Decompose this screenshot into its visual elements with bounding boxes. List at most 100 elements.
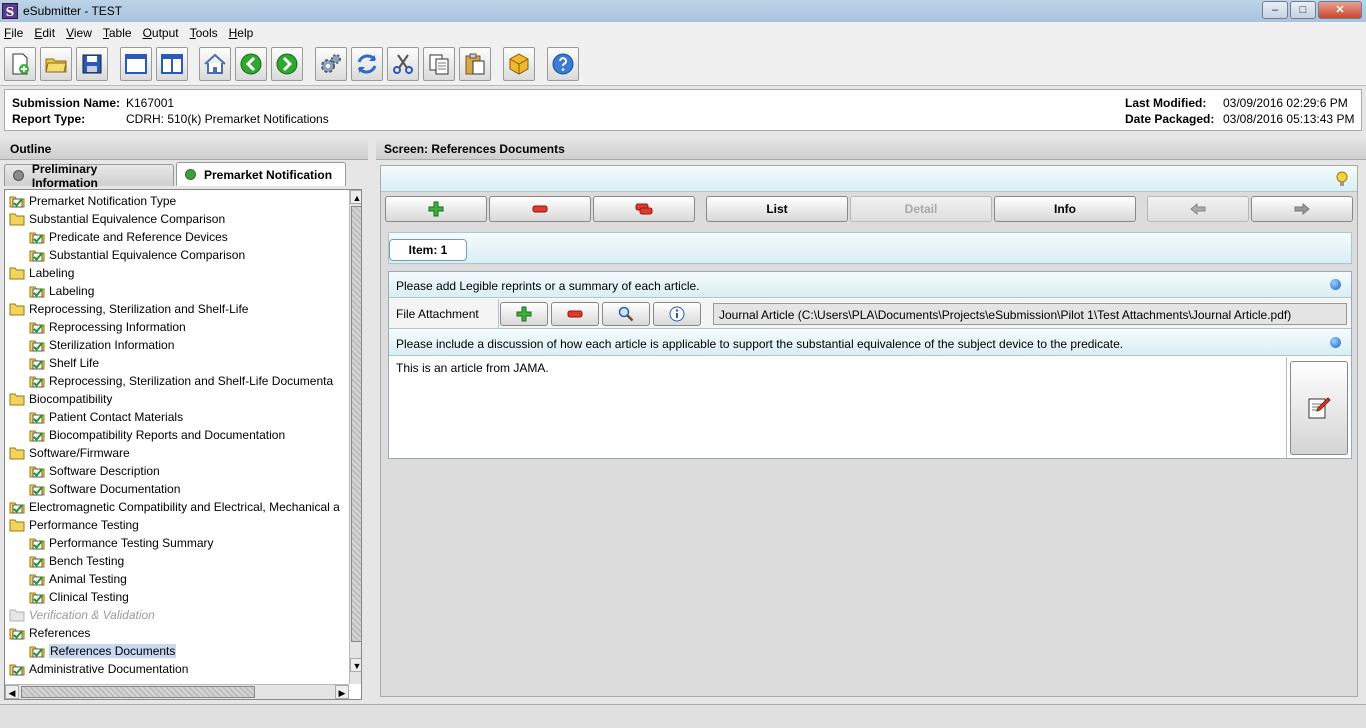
tree-item-label: Software Description xyxy=(49,464,160,478)
tree-item[interactable]: Reprocessing, Sterilization and Shelf-Li… xyxy=(9,300,248,318)
attach-remove-button[interactable] xyxy=(551,302,599,326)
tree-item[interactable]: References Documents xyxy=(29,642,177,660)
menu-output[interactable]: Output xyxy=(143,26,179,40)
tree-item[interactable]: Software/Firmware xyxy=(9,444,130,462)
save-button[interactable] xyxy=(76,47,108,81)
menu-help[interactable]: Help xyxy=(229,26,254,40)
maximize-button[interactable]: □ xyxy=(1290,1,1316,19)
info-icon xyxy=(669,306,685,322)
outline-horizontal-scrollbar[interactable]: ◀ ▶ xyxy=(5,684,349,699)
tree-item[interactable]: Performance Testing xyxy=(9,516,139,534)
tree-item[interactable]: Software Description xyxy=(29,462,160,480)
single-pane-button[interactable] xyxy=(120,47,152,81)
tree-item[interactable]: Premarket Notification Type xyxy=(9,192,176,210)
tree-item[interactable]: References xyxy=(9,624,90,642)
tree-item[interactable]: Administrative Documentation xyxy=(9,660,188,678)
attach-info-button[interactable] xyxy=(653,302,701,326)
paste-button[interactable] xyxy=(459,47,491,81)
vertical-scroll-thumb[interactable] xyxy=(351,206,361,642)
tree-item-label: Premarket Notification Type xyxy=(29,194,177,208)
tab-item-1[interactable]: Item: 1 xyxy=(389,239,467,261)
horizontal-scroll-thumb[interactable] xyxy=(21,686,255,698)
scroll-right-icon[interactable]: ▶ xyxy=(335,685,349,699)
scroll-left-icon[interactable]: ◀ xyxy=(5,685,19,699)
plus-icon xyxy=(428,201,444,217)
menu-view[interactable]: View xyxy=(66,26,92,40)
new-document-button[interactable] xyxy=(4,47,36,81)
tab-preliminary-information[interactable]: Preliminary Information xyxy=(4,162,174,190)
window-title: eSubmitter - TEST xyxy=(23,4,123,18)
info-button[interactable]: Info xyxy=(994,196,1136,222)
refresh-button[interactable] xyxy=(351,47,383,81)
tree-item[interactable]: Sterilization Information xyxy=(29,336,174,354)
tree-item[interactable]: Substantial Equivalence Comparison xyxy=(29,246,245,264)
back-arrow-icon xyxy=(240,53,262,75)
tree-item[interactable]: Labeling xyxy=(29,282,94,300)
tree-item[interactable]: Patient Contact Materials xyxy=(29,408,183,426)
forward-arrow-icon xyxy=(276,53,298,75)
tree-item-label: Biocompatibility xyxy=(29,392,113,406)
package-button[interactable] xyxy=(503,47,535,81)
detail-button[interactable]: Detail xyxy=(850,196,992,222)
tree-item[interactable]: Clinical Testing xyxy=(29,588,129,606)
scroll-up-icon[interactable]: ▲ xyxy=(350,190,361,204)
remove-all-button[interactable] xyxy=(593,196,695,222)
info-dot-icon[interactable] xyxy=(1330,337,1341,348)
close-button[interactable]: ✕ xyxy=(1318,1,1362,19)
file-attachment-path[interactable]: Journal Article (C:\Users\PLA\Documents\… xyxy=(713,303,1347,325)
tree-item[interactable]: Biocompatibility Reports and Documentati… xyxy=(29,426,285,444)
info-dot-icon[interactable] xyxy=(1330,279,1341,290)
screen-header: Screen: References Documents xyxy=(376,138,1366,160)
cut-button[interactable] xyxy=(387,47,419,81)
tree-item[interactable]: Verification & Validation xyxy=(9,606,155,624)
help-button[interactable] xyxy=(547,47,579,81)
report-type-label: Report Type: xyxy=(12,112,86,126)
tree-item-label: Reprocessing, Sterilization and Shelf-Li… xyxy=(29,302,249,316)
tree-item[interactable]: Electromagnetic Compatibility and Electr… xyxy=(9,498,340,516)
lightbulb-icon[interactable] xyxy=(1335,171,1349,187)
menu-edit[interactable]: Edit xyxy=(34,26,55,40)
menu-table[interactable]: Table xyxy=(103,26,132,40)
article-discussion-textarea[interactable]: This is an article from JAMA. xyxy=(389,357,1287,458)
prompt-article-discussion: Please include a discussion of how each … xyxy=(389,330,1351,356)
tab-premarket-notification[interactable]: Premarket Notification xyxy=(176,162,346,186)
tree-item[interactable]: Reprocessing Information xyxy=(29,318,186,336)
tree-item[interactable]: Shelf Life xyxy=(29,354,99,372)
attach-add-button[interactable] xyxy=(500,302,548,326)
previous-item-button[interactable] xyxy=(1147,196,1249,222)
copy-icon xyxy=(429,54,449,75)
save-disk-icon xyxy=(82,54,102,74)
tree-item[interactable]: Bench Testing xyxy=(29,552,124,570)
tree-item[interactable]: Biocompatibility xyxy=(9,390,112,408)
copy-button[interactable] xyxy=(423,47,455,81)
list-button[interactable]: List xyxy=(706,196,848,222)
next-item-button[interactable] xyxy=(1251,196,1353,222)
home-button[interactable] xyxy=(199,47,231,81)
tree-item[interactable]: Substantial Equivalence Comparison xyxy=(9,210,225,228)
add-item-button[interactable] xyxy=(385,196,487,222)
settings-button[interactable] xyxy=(315,47,347,81)
tree-item[interactable]: Labeling xyxy=(9,264,74,282)
menu-file[interactable]: File xyxy=(4,26,23,40)
tree-item[interactable]: Animal Testing xyxy=(29,570,127,588)
tree-item[interactable]: Performance Testing Summary xyxy=(29,534,214,552)
tree-item[interactable]: Software Documentation xyxy=(29,480,180,498)
tree-item[interactable]: Reprocessing, Sterilization and Shelf-Li… xyxy=(29,372,333,390)
minimize-button[interactable]: – xyxy=(1262,1,1288,19)
forward-button[interactable] xyxy=(271,47,303,81)
outline-vertical-scrollbar[interactable]: ▲ ▼ xyxy=(349,190,361,684)
tree-item[interactable]: Predicate and Reference Devices xyxy=(29,228,228,246)
open-folder-button[interactable] xyxy=(40,47,72,81)
scroll-down-icon[interactable]: ▼ xyxy=(350,658,361,672)
remove-item-button[interactable] xyxy=(489,196,591,222)
split-pane-button[interactable] xyxy=(156,47,188,81)
checked-folder-icon xyxy=(29,464,45,478)
edit-text-button[interactable] xyxy=(1290,361,1348,455)
disabled-folder-icon xyxy=(9,608,25,622)
checked-folder-icon xyxy=(9,194,25,208)
tree-item-label: Reprocessing Information xyxy=(49,320,186,334)
back-button[interactable] xyxy=(235,47,267,81)
attach-view-button[interactable] xyxy=(602,302,650,326)
menu-tools[interactable]: Tools xyxy=(190,26,218,40)
folder-icon xyxy=(9,392,25,406)
